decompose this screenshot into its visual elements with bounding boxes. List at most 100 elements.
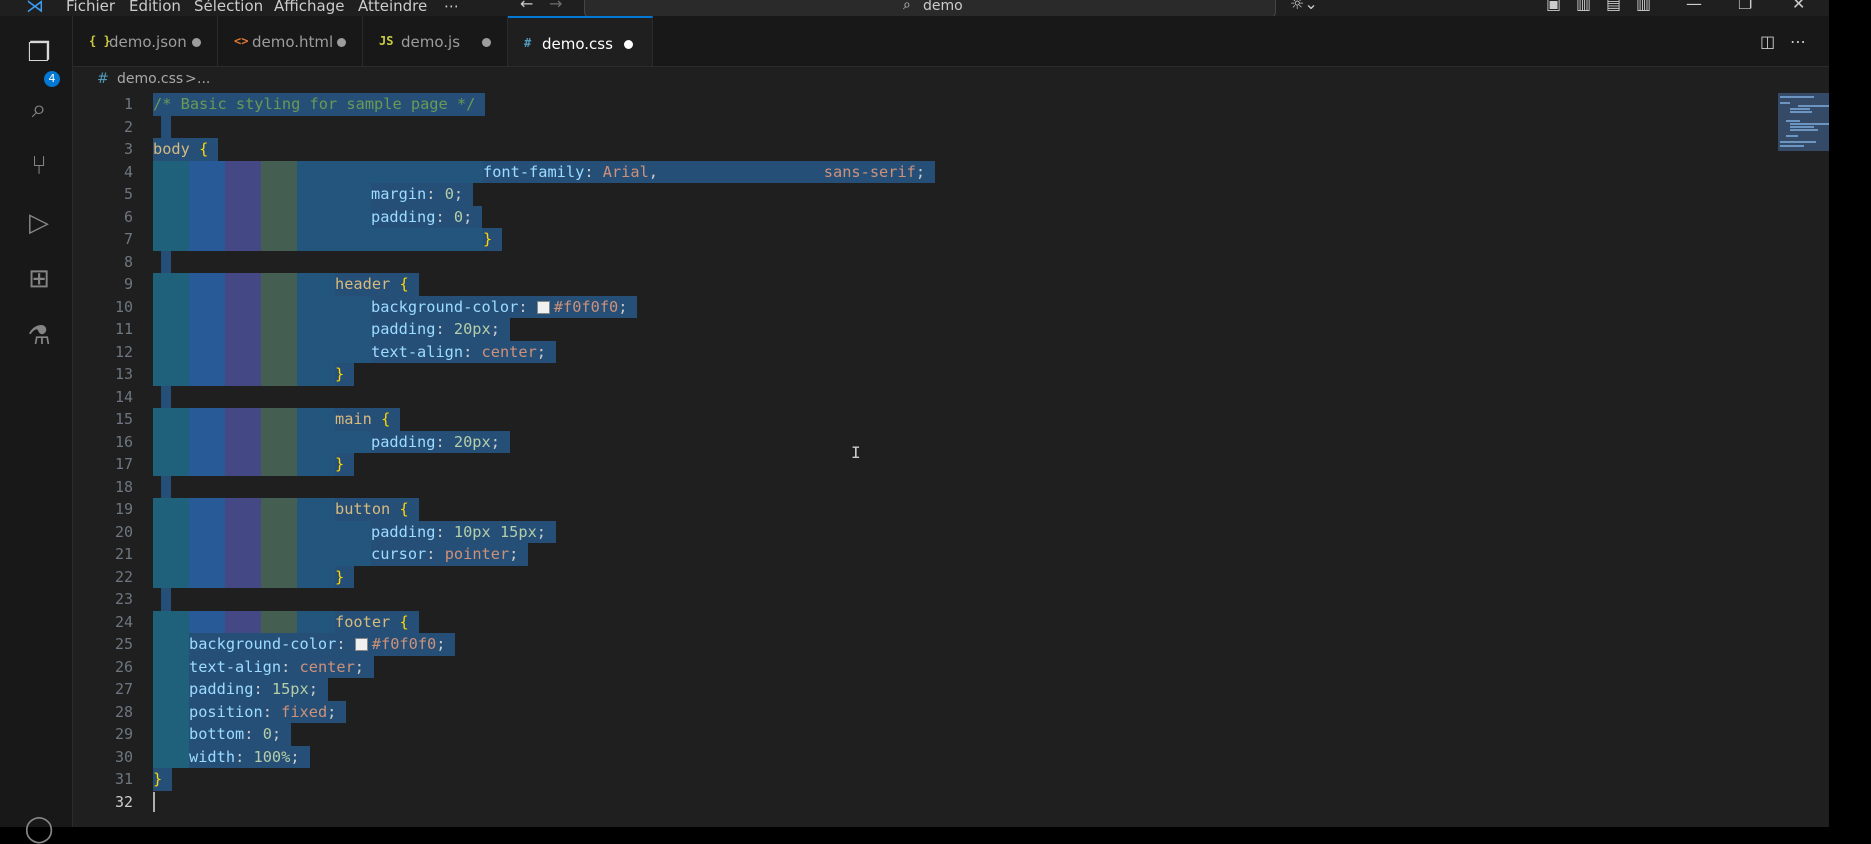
line-content: text-align: center;: [189, 655, 375, 678]
code-line: 9 header {: [73, 273, 1763, 296]
files-icon[interactable]: ❐: [24, 38, 54, 68]
tab-demo-js[interactable]: JS demo.js: [363, 16, 508, 66]
forward-arrow-icon[interactable]: →: [549, 0, 562, 13]
indent-guides: [153, 363, 335, 386]
restore-icon[interactable]: ❐: [1738, 0, 1752, 13]
css-value: 100%: [253, 747, 291, 766]
minimap-line: [1798, 105, 1829, 107]
line-number: 1: [123, 95, 133, 113]
line-content: }: [335, 453, 355, 476]
indent-guides: [153, 498, 335, 521]
copilot-icon[interactable]: ☼⌄: [1290, 0, 1318, 13]
empty-selection: [161, 588, 171, 611]
code-line: 17 }: [73, 453, 1763, 476]
code-line: 15 main {: [73, 408, 1763, 431]
open-brace: {: [381, 410, 391, 428]
css-value: Arial: [602, 162, 649, 181]
toggle-primary-sidebar-icon[interactable]: ▥: [1576, 0, 1591, 13]
close-brace: }: [335, 567, 345, 586]
source-control-icon[interactable]: ⑂: [24, 151, 54, 181]
unsaved-dot-icon[interactable]: [482, 38, 491, 47]
code-line: 23: [73, 588, 1763, 611]
more-actions-icon[interactable]: ⋯: [1790, 32, 1806, 51]
indent-guides: [153, 408, 335, 431]
extensions-icon[interactable]: ⊞: [24, 264, 54, 294]
comment-text: /* Basic styling for sample page */: [153, 95, 476, 113]
menu-fichier[interactable]: Fichier: [66, 0, 115, 15]
line-number: 30: [114, 747, 133, 766]
code-editor[interactable]: 1 /* Basic styling for sample page */ 2 …: [73, 93, 1829, 827]
editor-tabs: { } demo.json <> demo.html JS demo.js # …: [73, 16, 1829, 67]
tab-demo-json[interactable]: { } demo.json: [73, 16, 218, 66]
text-cursor: [153, 791, 155, 812]
tab-label: demo.html: [252, 33, 334, 51]
indent-guides: [153, 228, 483, 251]
line-number: 9: [123, 275, 133, 293]
unsaved-dot-icon[interactable]: [337, 38, 346, 47]
tab-demo-html[interactable]: <> demo.html: [218, 16, 363, 66]
toggle-secondary-sidebar-icon[interactable]: ▥: [1636, 0, 1651, 13]
line-content: }: [335, 363, 355, 386]
css-property: cursor: [371, 545, 427, 563]
minimize-icon[interactable]: —: [1686, 0, 1702, 13]
css-selector: main: [335, 410, 372, 428]
css-selector: header: [335, 275, 391, 293]
line-number: 27: [114, 680, 133, 698]
code-line: 11 padding: 20px;: [73, 318, 1763, 341]
code-line: 10 background-color: #f0f0f0;: [73, 295, 1763, 318]
color-swatch[interactable]: [354, 638, 368, 651]
code-line: 29 bottom: 0;: [73, 723, 1763, 746]
css-property: padding: [371, 522, 436, 541]
split-editor-icon[interactable]: ◫: [1760, 32, 1775, 51]
open-brace: {: [199, 140, 209, 158]
menu-more[interactable]: ⋯: [444, 0, 459, 15]
html-file-icon: <>: [234, 34, 249, 48]
indent-guides: [153, 745, 189, 768]
minimap[interactable]: [1778, 93, 1829, 827]
line-content: margin: 0;: [371, 183, 474, 206]
css-selector: button: [335, 500, 391, 518]
indent-guides: [153, 205, 371, 228]
indent-guides: [153, 520, 371, 543]
run-debug-icon[interactable]: ▷: [24, 208, 54, 238]
back-arrow-icon[interactable]: ←: [520, 0, 533, 13]
close-brace: }: [483, 230, 493, 248]
indent-guides: [153, 453, 335, 476]
code-line: 18: [73, 475, 1763, 498]
indent-guides: [153, 633, 189, 656]
minimap-line: [1780, 145, 1804, 147]
color-swatch[interactable]: [536, 300, 550, 314]
close-window-icon[interactable]: ✕: [1792, 0, 1805, 13]
tab-demo-css[interactable]: # demo.css: [508, 16, 653, 66]
code-line: 13 }: [73, 363, 1763, 386]
layout-customize-icon[interactable]: ▣: [1546, 0, 1561, 13]
code-line-current: 32: [73, 791, 1763, 814]
testing-icon[interactable]: ⚗: [24, 321, 54, 351]
unsaved-dot-icon[interactable]: [624, 40, 633, 49]
breadcrumb-more[interactable]: ...: [197, 71, 210, 87]
menu-affichage[interactable]: Affichage: [274, 0, 344, 15]
menu-edition[interactable]: Edition: [129, 0, 181, 15]
css-value: center: [481, 342, 537, 361]
unsaved-dot-icon[interactable]: [192, 38, 201, 47]
code-line: 20 padding: 10px 15px;: [73, 520, 1763, 543]
line-content: main {: [335, 408, 401, 431]
indent-guides: [153, 295, 371, 318]
indent-guides: [153, 430, 371, 453]
search-icon[interactable]: ⌕: [24, 94, 54, 124]
search-text: demo: [923, 0, 963, 14]
line-number: 13: [114, 365, 133, 383]
css-value: 20px: [453, 320, 491, 338]
minimap-line: [1780, 96, 1814, 98]
line-content: footer {: [335, 610, 419, 633]
code-line: 31 }: [73, 768, 1763, 791]
breadcrumb-file[interactable]: demo.css: [117, 71, 183, 87]
line-content: }: [153, 768, 173, 791]
line-content: position: fixed;: [189, 700, 347, 723]
json-file-icon: { }: [89, 34, 111, 48]
menu-atteindre[interactable]: Atteindre: [358, 0, 427, 15]
accounts-icon[interactable]: ◯: [24, 814, 54, 844]
menu-selection[interactable]: Sélection: [194, 0, 263, 15]
line-content: button {: [335, 498, 419, 521]
toggle-panel-icon[interactable]: ▤: [1606, 0, 1621, 13]
